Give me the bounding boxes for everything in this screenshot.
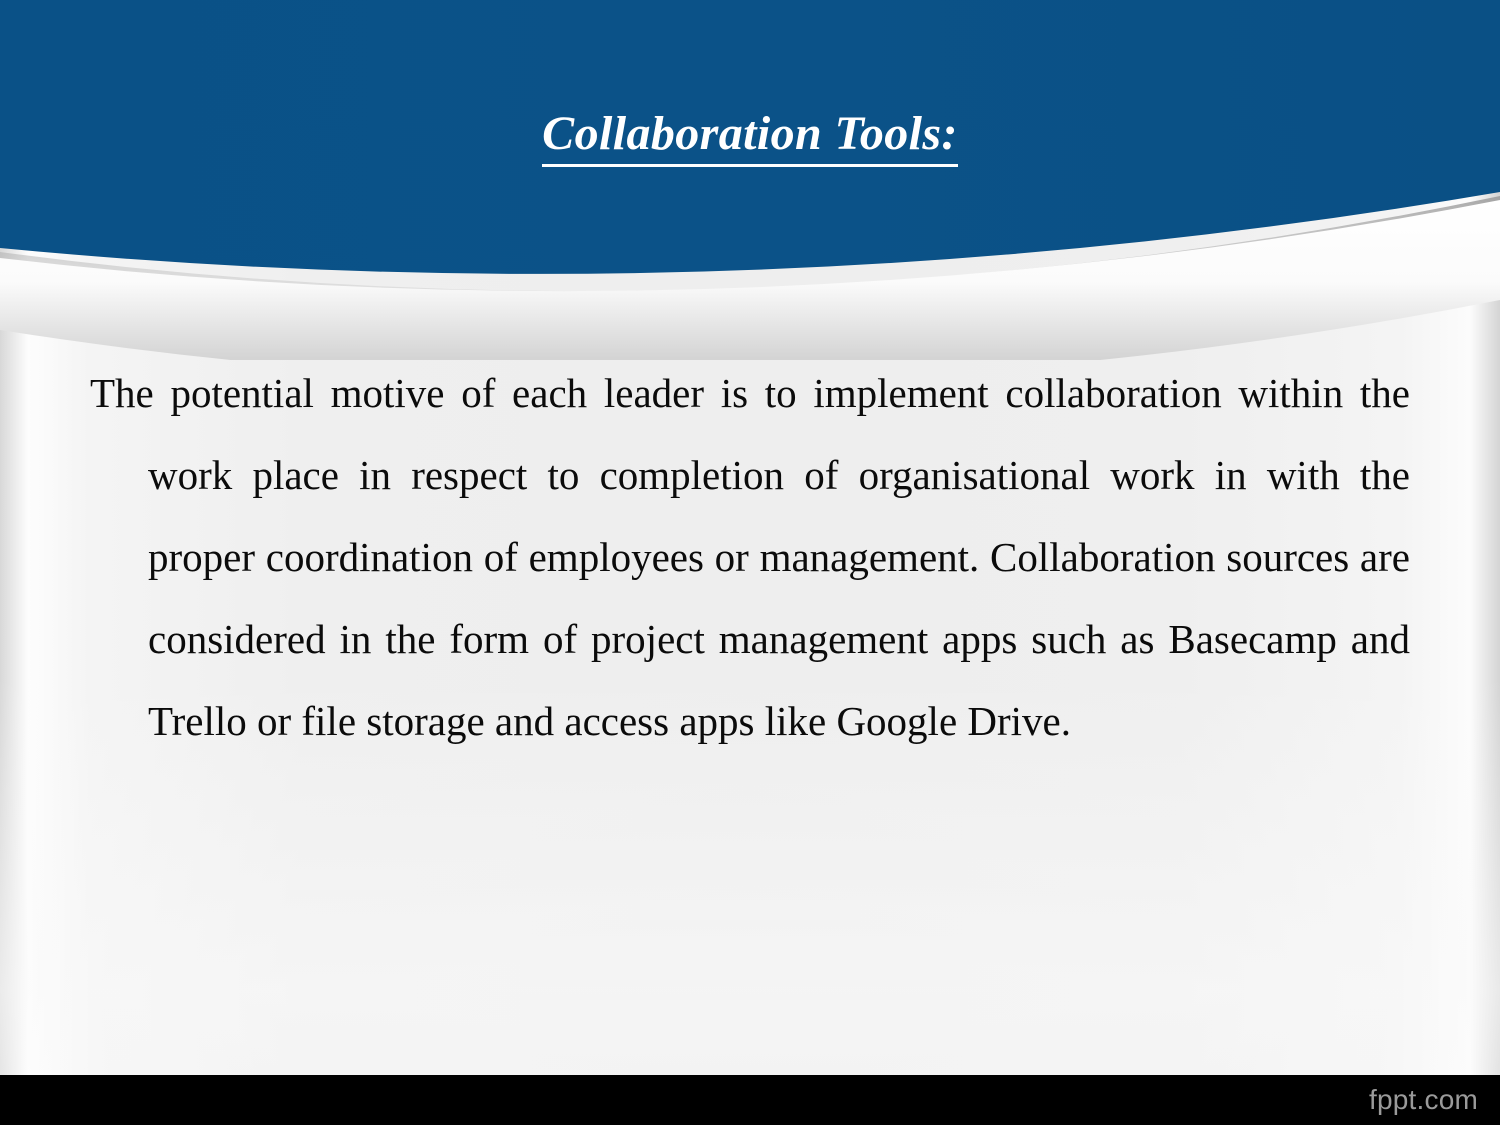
slide-title-text: Collaboration Tools: [542, 106, 958, 168]
slide-content-body: The potential motive of each leader is t… [90, 352, 1410, 762]
slide-title: Collaboration Tools: [0, 106, 1500, 168]
footer-bar: fppt.com [0, 1075, 1500, 1125]
fppt-watermark: fppt.com [1369, 1084, 1478, 1115]
presentation-slide: Collaboration Tools: The potential motiv… [0, 0, 1500, 1125]
body-paragraph: The potential motive of each leader is t… [90, 370, 1410, 744]
header-curve-shape [0, 0, 1500, 360]
slide-header-banner [0, 0, 1500, 360]
